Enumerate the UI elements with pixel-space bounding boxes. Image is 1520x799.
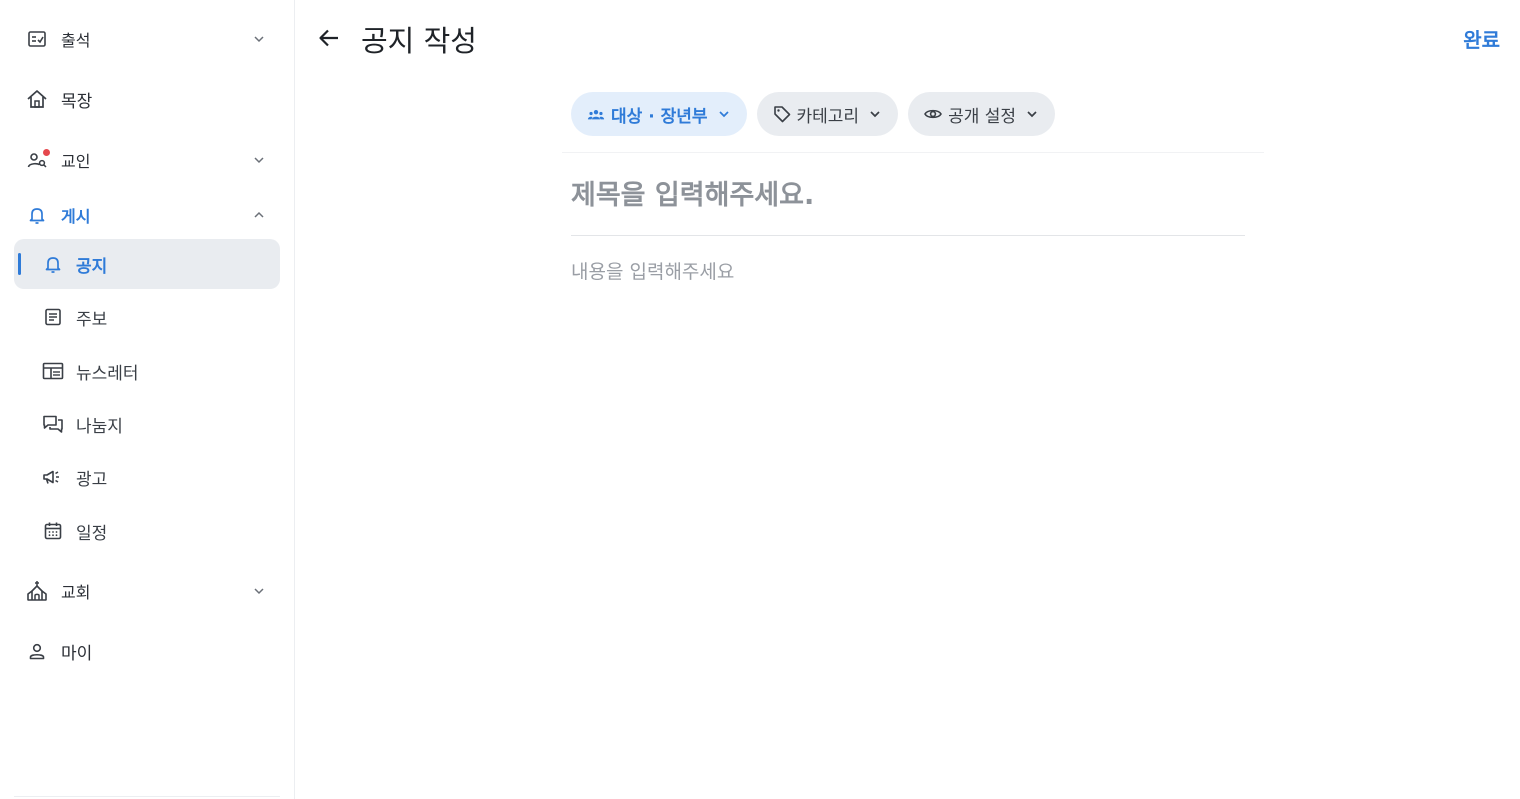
- sidebar-item-attendance[interactable]: 출석: [14, 15, 280, 63]
- tag-icon: [773, 105, 791, 123]
- sidebar-item-label: 게시: [61, 207, 91, 226]
- page-title: 공지 작성: [361, 24, 477, 58]
- sidebar-item-label: 출석: [61, 31, 91, 50]
- chat-bubbles-icon: [42, 413, 64, 435]
- sidebar-item-church[interactable]: 교회: [14, 567, 280, 615]
- sidebar-item-label: 교회: [61, 583, 91, 602]
- sidebar-item-ads[interactable]: 광고: [14, 452, 280, 502]
- chevron-down-icon: [717, 107, 731, 121]
- notification-badge: [43, 149, 50, 156]
- visibility-chip-label: 공개 설정: [948, 106, 1017, 127]
- body-textarea[interactable]: [571, 257, 1245, 677]
- sidebar-item-label: 광고: [76, 469, 108, 490]
- person-icon: [26, 640, 48, 662]
- eye-icon: [924, 105, 942, 123]
- page-header: 공지 작성 완료: [295, 0, 1520, 76]
- done-button[interactable]: 완료: [1463, 24, 1500, 53]
- sidebar-item-label: 주보: [76, 309, 108, 330]
- divider: [14, 796, 280, 797]
- sidebar-item-members[interactable]: 교인: [14, 136, 280, 184]
- visibility-chip[interactable]: 공개 설정: [908, 92, 1056, 136]
- sidebar-item-notice[interactable]: 공지: [14, 239, 280, 289]
- megaphone-icon: [42, 466, 64, 488]
- sidebar-item-my[interactable]: 마이: [14, 627, 280, 675]
- sidebar: 출석 목장 교인 게시 공지 주보 뉴스레터 나눔지 광고 일정 교회 마이: [0, 0, 295, 799]
- person-search-icon: [26, 149, 50, 171]
- back-button[interactable]: [315, 24, 343, 52]
- sidebar-item-label: 일정: [76, 523, 108, 544]
- sidebar-item-mokjang[interactable]: 목장: [14, 75, 280, 123]
- sidebar-item-label: 목장: [61, 91, 93, 112]
- newspaper-icon: [42, 360, 64, 382]
- category-chip-label: 카테고리: [796, 106, 860, 127]
- target-chip-label: 대상 · 장년부: [611, 106, 708, 127]
- chevron-down-icon: [868, 107, 882, 121]
- sidebar-item-label: 마이: [61, 643, 93, 664]
- chevron-down-icon: [254, 157, 264, 164]
- sidebar-item-newsletter[interactable]: 뉴스레터: [14, 346, 280, 396]
- category-chip[interactable]: 카테고리: [756, 92, 899, 136]
- sidebar-item-schedule[interactable]: 일정: [14, 506, 280, 556]
- target-chip[interactable]: 대상 · 장년부: [571, 92, 747, 136]
- calendar-icon: [42, 520, 64, 542]
- document-icon: [42, 306, 64, 328]
- sidebar-item-board[interactable]: 게시: [14, 191, 280, 239]
- chevron-up-icon: [254, 211, 264, 218]
- chevron-down-icon: [254, 588, 264, 595]
- divider: [562, 152, 1264, 153]
- chevron-down-icon: [254, 36, 264, 43]
- home-icon: [26, 88, 48, 110]
- sidebar-item-label: 나눔지: [76, 416, 123, 437]
- bell-icon: [26, 204, 48, 226]
- sidebar-item-label: 뉴스레터: [76, 363, 139, 384]
- group-icon: [587, 105, 605, 123]
- bell-icon: [42, 253, 64, 275]
- divider: [571, 235, 1245, 236]
- checklist-icon: [26, 28, 48, 50]
- sidebar-item-label: 교인: [61, 152, 91, 171]
- arrow-left-icon: [319, 29, 338, 47]
- title-input[interactable]: [571, 170, 1245, 220]
- sidebar-item-label: 공지: [76, 256, 108, 277]
- option-chips: 대상 · 장년부 카테고리 공개 설정: [571, 92, 1056, 136]
- chevron-down-icon: [1025, 107, 1039, 121]
- sidebar-item-bulletin[interactable]: 주보: [14, 292, 280, 342]
- selection-indicator: [18, 253, 21, 275]
- sidebar-item-sharing[interactable]: 나눔지: [14, 399, 280, 449]
- church-icon: [26, 580, 48, 602]
